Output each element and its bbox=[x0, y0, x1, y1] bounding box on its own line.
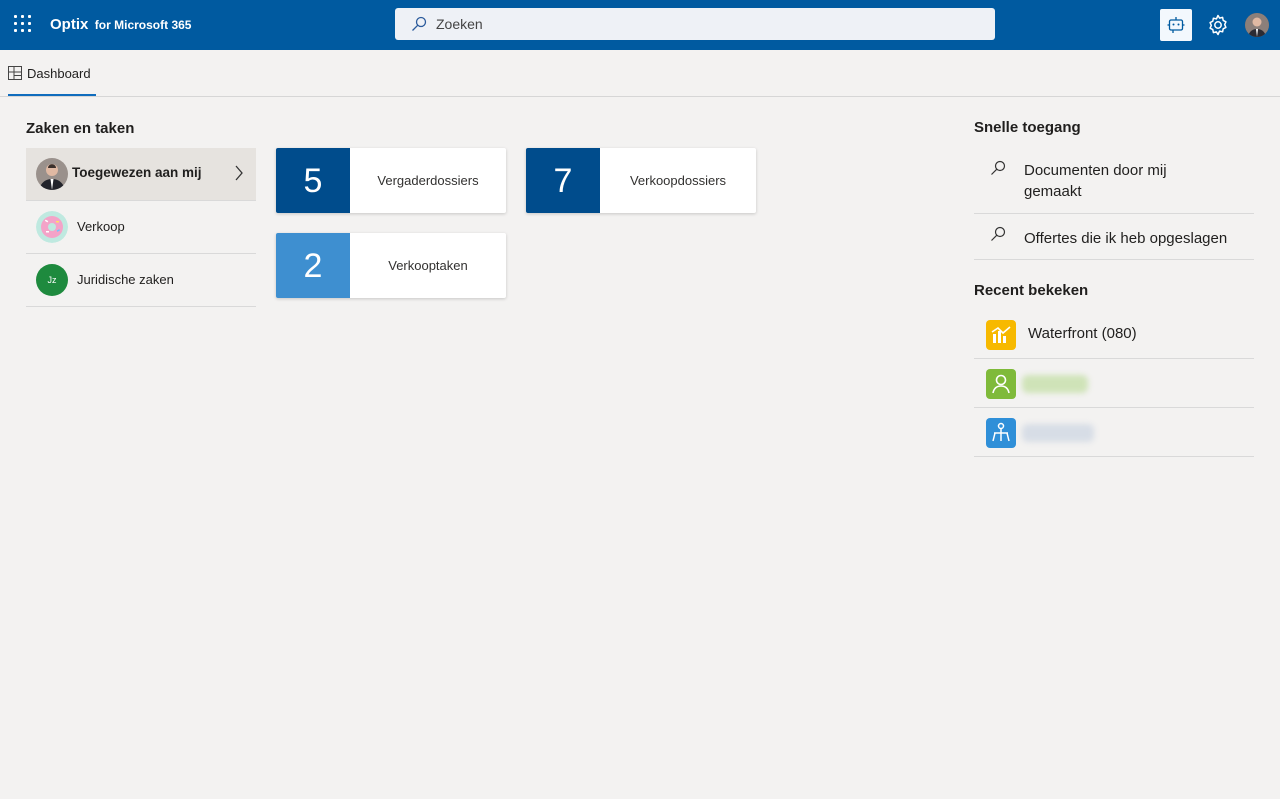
case-item-sales[interactable]: Verkoop bbox=[26, 201, 256, 254]
recent-item[interactable] bbox=[974, 408, 1254, 457]
assistant-button[interactable] bbox=[1160, 9, 1192, 41]
quick-access-heading: Snelle toegang bbox=[974, 119, 1081, 136]
redacted-label bbox=[1022, 424, 1094, 442]
search-box[interactable]: Zoeken bbox=[395, 8, 995, 40]
redacted-label bbox=[1022, 375, 1088, 393]
tab-strip: Dashboard bbox=[0, 50, 1280, 97]
cases-heading: Zaken en taken bbox=[26, 120, 135, 137]
tile-sales-files[interactable]: 7 Verkoopdossiers bbox=[526, 148, 756, 213]
quick-access-item[interactable]: Offertes die ik heb opgeslagen bbox=[974, 214, 1254, 260]
tile-count: 7 bbox=[526, 148, 600, 213]
settings-gear-icon[interactable] bbox=[1206, 13, 1230, 37]
bot-icon bbox=[1167, 17, 1185, 33]
case-item-label: Juridische zaken bbox=[77, 272, 174, 287]
recent-heading: Recent bekeken bbox=[974, 282, 1089, 299]
case-item-legal[interactable]: Jz Juridische zaken bbox=[26, 254, 256, 307]
initials-avatar: Jz bbox=[36, 264, 68, 296]
dashboard-icon bbox=[8, 66, 22, 80]
case-item-label: Verkoop bbox=[77, 219, 125, 234]
tile-label: Vergaderdossiers bbox=[377, 173, 479, 188]
app-brand[interactable]: Optix for Microsoft 365 bbox=[50, 16, 191, 34]
tile-label: Verkooptaken bbox=[388, 258, 468, 273]
donut-avatar bbox=[36, 211, 68, 243]
chevron-right-icon bbox=[235, 165, 243, 181]
case-item-label: Toegewezen aan mij bbox=[72, 165, 202, 180]
search-placeholder: Zoeken bbox=[436, 16, 483, 32]
recent-item[interactable] bbox=[974, 359, 1254, 408]
search-icon bbox=[991, 160, 1006, 175]
tile-sales-tasks[interactable]: 2 Verkooptaken bbox=[276, 233, 506, 298]
search-icon bbox=[412, 16, 427, 31]
search-icon bbox=[991, 226, 1006, 241]
tab-label: Dashboard bbox=[27, 66, 91, 81]
app-launcher-icon[interactable] bbox=[14, 15, 32, 33]
tile-label: Verkoopdossiers bbox=[629, 173, 727, 188]
recent-item[interactable]: Waterfront (080) bbox=[974, 310, 1254, 359]
person-tile-icon bbox=[986, 369, 1016, 399]
cases-list: Toegewezen aan mij Verkoop Jz Juridische… bbox=[26, 148, 256, 307]
tile-count: 2 bbox=[276, 233, 350, 298]
case-item-assigned-to-me[interactable]: Toegewezen aan mij bbox=[26, 148, 256, 201]
quick-access-item[interactable]: Documenten door mij gemaakt bbox=[974, 150, 1254, 214]
brand-name: Optix bbox=[50, 16, 89, 33]
brand-subtitle: for Microsoft 365 bbox=[94, 18, 192, 32]
quick-access-label: Offertes die ik heb opgeslagen bbox=[1024, 230, 1228, 247]
tile-count: 5 bbox=[276, 148, 350, 213]
tile-meeting-files[interactable]: 5 Vergaderdossiers bbox=[276, 148, 506, 213]
recent-item-label: Waterfront (080) bbox=[1028, 325, 1137, 342]
recent-list: Waterfront (080) bbox=[974, 310, 1254, 457]
top-bar: Optix for Microsoft 365 Zoeken bbox=[0, 0, 1280, 50]
chart-tile-icon bbox=[986, 320, 1016, 350]
structure-tile-icon bbox=[986, 418, 1016, 448]
quick-access-list: Documenten door mij gemaakt Offertes die… bbox=[974, 150, 1254, 260]
tab-dashboard[interactable]: Dashboard bbox=[8, 50, 96, 96]
user-avatar[interactable] bbox=[1245, 13, 1269, 37]
quick-access-label: Documenten door mij gemaakt bbox=[1024, 162, 1167, 200]
user-avatar bbox=[36, 158, 68, 190]
